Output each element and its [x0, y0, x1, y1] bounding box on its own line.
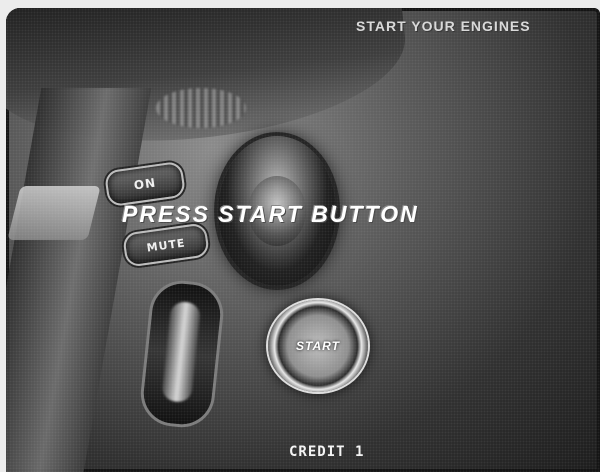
on-button-label: ON: [133, 175, 157, 193]
gear-lever: [161, 300, 202, 404]
credit-counter: CREDIT 1: [289, 444, 365, 460]
press-start-prompt: PRESS START BUTTON: [122, 201, 419, 227]
title-banner: START YOUR ENGINES: [356, 18, 531, 34]
gear-lever-slot: [140, 280, 224, 428]
mute-button-label: MUTE: [145, 235, 187, 255]
game-screen-frame: ON MUTE START START YOUR ENGINES PRESS S…: [0, 0, 600, 472]
air-vent: [156, 88, 246, 128]
start-button[interactable]: START: [268, 300, 368, 392]
attract-screen: ON MUTE START START YOUR ENGINES PRESS S…: [6, 8, 600, 472]
mute-button[interactable]: MUTE: [122, 222, 210, 268]
dashboard-left-panel: [6, 88, 152, 472]
start-button-label: START: [296, 339, 340, 353]
dashboard-left-tab: [7, 186, 101, 240]
